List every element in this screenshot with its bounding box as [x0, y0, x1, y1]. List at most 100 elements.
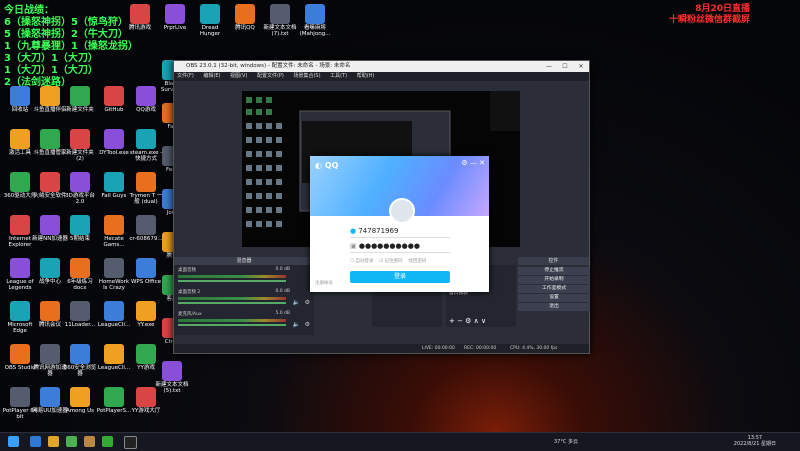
desktop-icon[interactable]: 360安全浏览器: [62, 344, 98, 378]
desktop-icon[interactable]: 看嘛麻将(Mahjong...: [297, 4, 333, 38]
desktop-icon[interactable]: DYTool.exe: [96, 129, 132, 156]
app-icon: [10, 172, 30, 192]
windows-start-icon[interactable]: [8, 436, 19, 447]
desktop-icon[interactable]: 5期结束: [62, 215, 98, 242]
app-icon: [104, 172, 124, 192]
mixer-channel: 桌面音频 0.0 dB: [174, 267, 314, 287]
remember-password-checkbox[interactable]: ☑ 记住密码: [379, 259, 402, 264]
stop-streaming-button[interactable]: 停止推流: [518, 267, 590, 275]
desktop-icon[interactable]: HomeWork Is Crazy: [96, 258, 132, 292]
exit-button[interactable]: 退出: [518, 303, 590, 311]
app-icon[interactable]: [84, 436, 95, 447]
desktop-icon-label: OBS Studio: [4, 365, 36, 371]
desktop-icon[interactable]: LeagueCli...: [96, 301, 132, 328]
desktop-icon[interactable]: 新建文本文档 (7).txt: [262, 4, 298, 38]
desktop-icon[interactable]: Among Us: [62, 387, 98, 414]
speaker-icon[interactable]: 🔈: [293, 299, 300, 306]
forgot-password-link[interactable]: 找回密码: [408, 259, 426, 264]
app-icon: [70, 258, 90, 278]
system-clock[interactable]: 13:57 2022/8/21 星期日: [734, 435, 776, 447]
volume-slider[interactable]: [178, 302, 286, 304]
menu-scene-collection[interactable]: 场景集合(S): [293, 73, 320, 79]
controls-panel: 停止推流 开始录制 工作室模式 设置 退出: [518, 265, 590, 335]
close-button[interactable]: ✕: [573, 61, 589, 72]
obs-statusbar: LIVE: 00:00:00 REC: 00:00:00 CPU: 4.4%, …: [174, 344, 589, 353]
desktop-icon[interactable]: 6年级练习docx: [62, 258, 98, 292]
avatar[interactable]: [389, 198, 415, 224]
chrome-icon[interactable]: [66, 436, 77, 447]
desktop-icon-label: Internet Explorer: [8, 236, 32, 249]
minimize-button[interactable]: —: [541, 61, 557, 72]
gear-icon[interactable]: ⚙: [305, 321, 310, 328]
weather-widget[interactable]: 37°C 多云: [554, 438, 578, 445]
volume-slider[interactable]: [178, 324, 286, 326]
desktop-icon-label: LeagueCli...: [97, 365, 131, 371]
source-add-button[interactable]: + − ⚙ ∧ ∨: [449, 317, 486, 325]
app-icon: [136, 215, 156, 235]
desktop-icon[interactable]: 3D游戏平台2.0: [62, 172, 98, 206]
auto-login-checkbox[interactable]: ☐ 自动登录: [350, 259, 373, 264]
gear-icon[interactable]: ⚙: [305, 299, 310, 306]
close-button[interactable]: ✕: [479, 159, 485, 167]
desktop-icon[interactable]: PrprLive: [157, 4, 193, 31]
user-icon: ●: [350, 227, 357, 235]
app-icon: [104, 86, 124, 106]
edge-icon[interactable]: [30, 436, 41, 447]
app-icon: [10, 129, 30, 149]
desktop-icon[interactable]: PotPlayerS...: [96, 387, 132, 414]
menu-view[interactable]: 视图(V): [230, 73, 247, 79]
maximize-button[interactable]: ☐: [557, 61, 573, 72]
menu-tools[interactable]: 工具(T): [330, 73, 347, 79]
desktop-icon-label: LeagueCli...: [97, 322, 131, 328]
desktop-icon[interactable]: 新建文本文档 (5).txt: [154, 361, 190, 395]
desktop-icon-label: 6年级练习docx: [67, 279, 93, 292]
volume-meter: [178, 275, 286, 278]
start-recording-button[interactable]: 开始录制: [518, 276, 590, 284]
login-button[interactable]: 登录: [350, 271, 450, 283]
desktop-icon[interactable]: 11Loader...: [62, 301, 98, 328]
volume-slider[interactable]: [178, 280, 286, 282]
desktop-icon[interactable]: 腾讯QQ: [227, 4, 263, 31]
qq-login-window[interactable]: ◐ QQ ⚙ — ✕ ● 747871969 ▣ ●●●●●●●●●● ☐ 自动…: [310, 156, 489, 292]
obs-titlebar[interactable]: OBS 23.0.1 (32-bit, windows) - 配置文件: 未命名…: [174, 61, 589, 72]
menu-file[interactable]: 文件(F): [177, 73, 194, 79]
desktop-icon[interactable]: 新建文件夹 (2): [62, 129, 98, 163]
obs-taskbar-icon[interactable]: [124, 436, 137, 449]
desktop-icon[interactable]: GitHub: [96, 86, 132, 113]
app-icon: [136, 344, 156, 364]
studio-mode-button[interactable]: 工作室模式: [518, 285, 590, 293]
menu-help[interactable]: 帮助(H): [357, 73, 375, 79]
desktop-icon-label: 看嘛麻将(Mahjong...: [299, 25, 331, 38]
desktop-icon[interactable]: Fall Guys: [96, 172, 132, 199]
minimize-button[interactable]: —: [470, 159, 477, 167]
taskbar: 37°C 多云 13:57 2022/8/21 星期日: [0, 432, 800, 451]
app-icon: [70, 387, 90, 407]
mixer-channel-db: 0.0 dB: [275, 289, 290, 294]
desktop-icon[interactable]: 新建文件夹: [62, 86, 98, 113]
desktop-icon[interactable]: 腾讯游戏: [122, 4, 158, 31]
folder-icon[interactable]: [48, 436, 59, 447]
menu-edit[interactable]: 编辑(E): [203, 73, 220, 79]
speaker-icon[interactable]: 🔈: [293, 321, 300, 328]
mixer-channel: 麦克风/Aux 5.0 dB 🔈 ⚙: [174, 311, 314, 331]
desktop-icon[interactable]: Hecate Gams...: [96, 215, 132, 249]
desktop-icon-label: QQ游戏: [136, 107, 156, 113]
gear-icon[interactable]: ⚙: [461, 159, 467, 167]
register-link[interactable]: 注册帐号: [315, 280, 333, 286]
desktop-icon-label: 新建文件夹 (2): [66, 150, 94, 163]
app-icon: [40, 387, 60, 407]
app-icon: [10, 86, 30, 106]
desktop-icon[interactable]: LeagueCli...: [96, 344, 132, 371]
overlay-notice-line: 十瞬粉丝微信群截屏: [668, 15, 750, 25]
menu-profile[interactable]: 配置文件(P): [257, 73, 284, 79]
app-icon: [104, 387, 124, 407]
desktop-icon-label: 新建文本文档 (5).txt: [155, 382, 189, 395]
desktop-icon[interactable]: Dread Hunger: [192, 4, 228, 38]
live-time: LIVE: 00:00:00: [422, 346, 455, 351]
password-field[interactable]: ▣ ●●●●●●●●●●: [350, 241, 450, 253]
desktop-icon-label: Hecate Gams...: [103, 236, 125, 249]
app-icon: [136, 129, 156, 149]
settings-button[interactable]: 设置: [518, 294, 590, 302]
account-field[interactable]: ● 747871969: [350, 226, 450, 238]
app-icon[interactable]: [102, 436, 113, 447]
